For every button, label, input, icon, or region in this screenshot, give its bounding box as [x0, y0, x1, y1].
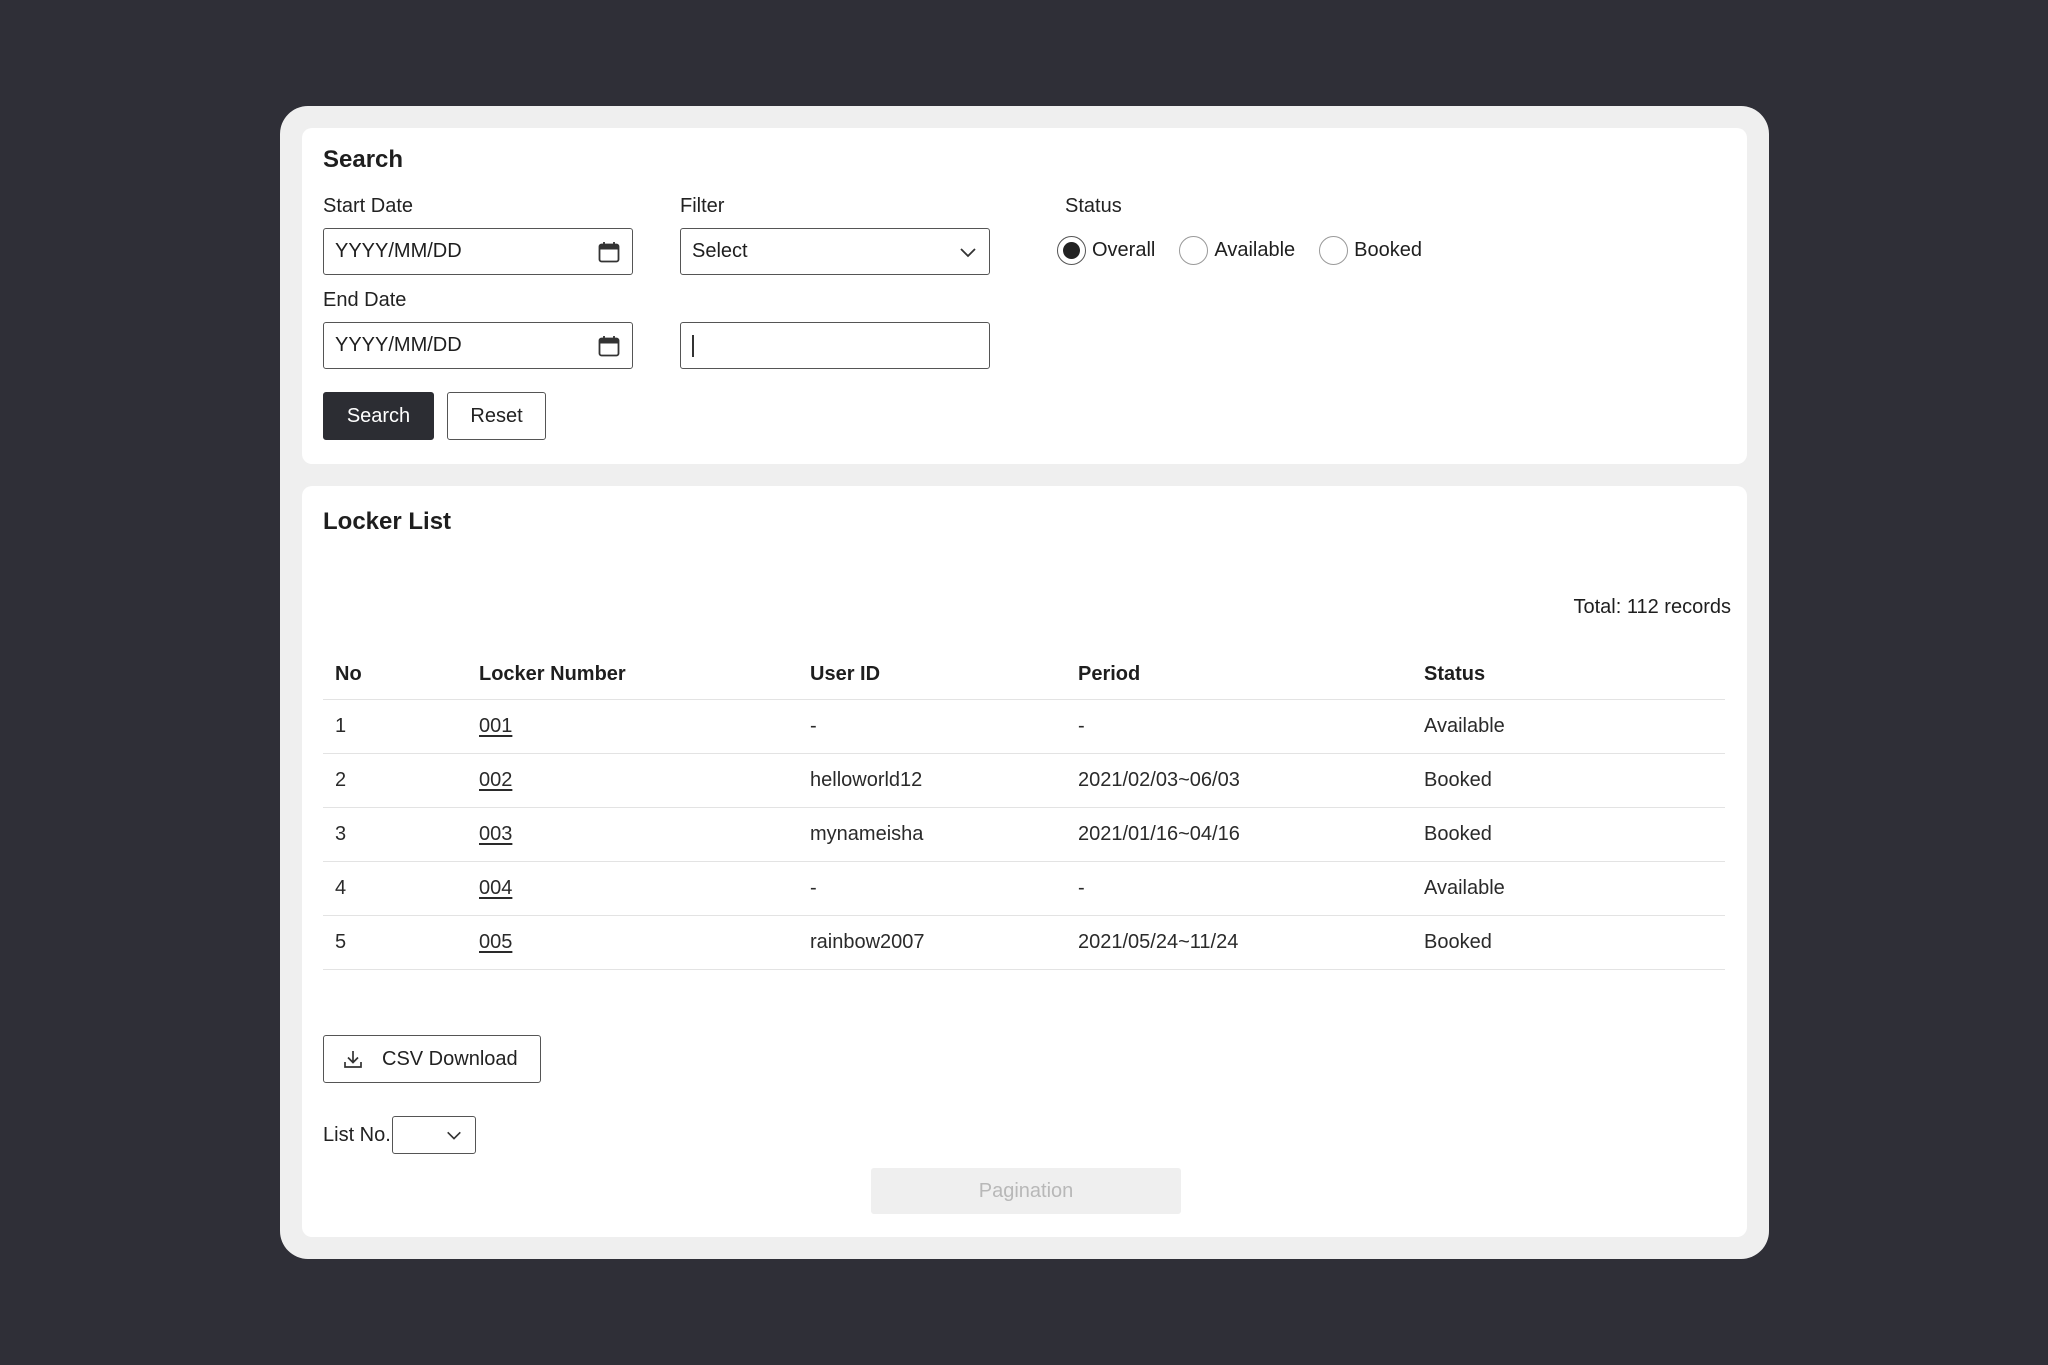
filter-label: Filter [680, 195, 725, 217]
cell-period: 2021/02/03~06/03 [1078, 753, 1424, 808]
end-date-label: End Date [323, 289, 407, 311]
app-frame: Search Start Date YYYY/MM/DD End Date YY… [280, 106, 1769, 1259]
status-radio-overall[interactable]: Overall [1057, 236, 1155, 265]
cell-no: 1 [323, 699, 479, 754]
column-header-locker-number: Locker Number [479, 646, 810, 700]
download-icon [344, 1051, 362, 1068]
search-panel: Search Start Date YYYY/MM/DD End Date YY… [302, 128, 1747, 464]
calendar-icon[interactable] [597, 240, 621, 264]
end-date-input[interactable]: YYYY/MM/DD [323, 322, 633, 369]
filter-selected-value: Select [692, 240, 748, 262]
start-date-input[interactable]: YYYY/MM/DD [323, 228, 633, 275]
radio-label: Overall [1092, 239, 1156, 261]
text-cursor [692, 334, 694, 357]
locker-list-panel: Locker List Total: 112 records No Locker… [302, 486, 1747, 1237]
filter-text-input[interactable] [680, 322, 990, 369]
filter-select[interactable]: Select [680, 228, 990, 275]
radio-button[interactable] [1319, 236, 1349, 265]
column-header-status: Status [1424, 646, 1725, 700]
status-radio-booked[interactable]: Booked [1319, 236, 1422, 265]
radio-label: Available [1214, 239, 1296, 261]
locker-number-link[interactable]: 002 [479, 769, 512, 791]
cell-status: Available [1424, 861, 1725, 916]
cell-period: 2021/01/16~04/16 [1078, 807, 1424, 862]
locker-table: No Locker Number User ID Period Status 1… [323, 646, 1725, 970]
locker-number-link[interactable]: 005 [479, 931, 512, 953]
cell-status: Booked [1424, 753, 1725, 808]
search-button[interactable]: Search [323, 392, 434, 440]
cell-user-id: - [810, 699, 1078, 754]
cell-locker-number: 002 [479, 753, 810, 808]
table-row: 4 004 - - Available [323, 861, 1725, 916]
list-no-select[interactable] [391, 1116, 476, 1154]
radio-button-selected[interactable] [1057, 236, 1086, 265]
chevron-down-icon [960, 247, 976, 257]
cell-status: Available [1424, 699, 1725, 754]
cell-period: 2021/05/24~11/24 [1078, 915, 1424, 970]
cell-status: Booked [1424, 807, 1725, 862]
cell-status: Booked [1424, 915, 1725, 970]
status-radio-group: Overall Available Booked [1057, 236, 1446, 265]
list-no-label: List No. [323, 1123, 391, 1146]
cell-period: - [1078, 861, 1424, 916]
locker-list-title: Locker List [323, 508, 452, 535]
cell-locker-number: 001 [479, 699, 810, 754]
status-label: Status [1065, 195, 1122, 217]
column-header-period: Period [1078, 646, 1424, 700]
chevron-down-icon [446, 1131, 461, 1140]
reset-button[interactable]: Reset [447, 392, 546, 440]
locker-number-link[interactable]: 001 [479, 715, 512, 737]
status-radio-available[interactable]: Available [1179, 236, 1295, 265]
cell-user-id: - [810, 861, 1078, 916]
radio-button[interactable] [1179, 236, 1209, 265]
cell-no: 5 [323, 915, 479, 970]
locker-number-link[interactable]: 004 [479, 877, 512, 899]
cell-locker-number: 004 [479, 861, 810, 916]
cell-no: 2 [323, 753, 479, 808]
locker-number-link[interactable]: 003 [479, 823, 512, 845]
cell-no: 3 [323, 807, 479, 862]
column-header-user-id: User ID [810, 646, 1078, 700]
start-date-placeholder: YYYY/MM/DD [335, 240, 462, 262]
calendar-icon[interactable] [597, 334, 621, 358]
table-row: 3 003 mynameisha 2021/01/16~04/16 Booked [323, 807, 1725, 862]
cell-locker-number: 005 [479, 915, 810, 970]
total-records: Total: 112 records [1573, 596, 1732, 618]
radio-label: Booked [1354, 239, 1423, 261]
end-date-placeholder: YYYY/MM/DD [335, 334, 462, 356]
table-row: 2 002 helloworld12 2021/02/03~06/03 Book… [323, 753, 1725, 808]
list-number-control: List No. [323, 1116, 476, 1154]
search-title: Search [323, 146, 404, 173]
pagination[interactable]: Pagination [871, 1168, 1181, 1214]
csv-download-label: CSV Download [382, 1047, 518, 1070]
cell-user-id: mynameisha [810, 807, 1078, 862]
table-row: 5 005 rainbow2007 2021/05/24~11/24 Booke… [323, 915, 1725, 970]
cell-period: - [1078, 699, 1424, 754]
cell-user-id: rainbow2007 [810, 915, 1078, 970]
cell-no: 4 [323, 861, 479, 916]
column-header-no: No [323, 646, 479, 700]
table-row: 1 001 - - Available [323, 699, 1725, 754]
table-header-row: No Locker Number User ID Period Status [323, 646, 1725, 700]
start-date-label: Start Date [323, 195, 414, 217]
csv-download-button[interactable]: CSV Download [323, 1035, 541, 1083]
cell-locker-number: 003 [479, 807, 810, 862]
cell-user-id: helloworld12 [810, 753, 1078, 808]
